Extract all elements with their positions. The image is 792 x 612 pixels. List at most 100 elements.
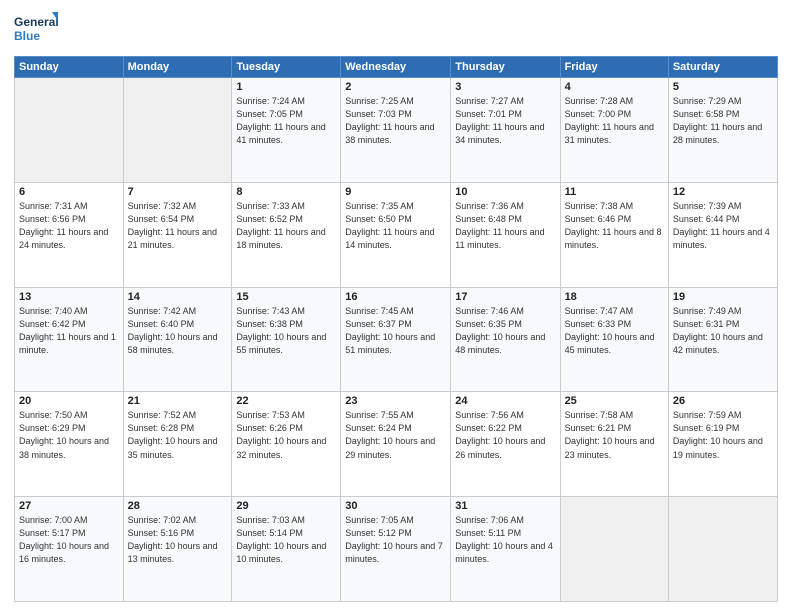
calendar-cell: 11 Sunrise: 7:38 AM Sunset: 6:46 PM Dayli… <box>560 182 668 287</box>
day-info: Sunrise: 7:06 AM Sunset: 5:11 PM Dayligh… <box>455 514 555 566</box>
day-info: Sunrise: 7:52 AM Sunset: 6:28 PM Dayligh… <box>128 409 228 461</box>
day-number: 2 <box>345 81 446 93</box>
day-info: Sunrise: 7:39 AM Sunset: 6:44 PM Dayligh… <box>673 200 773 252</box>
calendar-cell: 9Sunrise: 7:35 AM Sunset: 6:50 PM Daylig… <box>341 182 451 287</box>
day-info: Sunrise: 7:33 AM Sunset: 6:52 PM Dayligh… <box>236 200 336 252</box>
calendar-cell: 6Sunrise: 7:31 AM Sunset: 6:56 PM Daylig… <box>15 182 124 287</box>
day-number: 7 <box>128 186 228 198</box>
day-number: 20 <box>19 395 119 407</box>
day-info: Sunrise: 7:02 AM Sunset: 5:16 PM Dayligh… <box>128 514 228 566</box>
calendar-body: 1 Sunrise: 7:24 AM Sunset: 7:05 PM Daylig… <box>15 78 778 602</box>
calendar-cell: 12Sunrise: 7:39 AM Sunset: 6:44 PM Dayli… <box>668 182 777 287</box>
calendar-cell: 22 Sunrise: 7:53 AM Sunset: 6:26 PM Dayli… <box>232 392 341 497</box>
calendar-cell: 23 Sunrise: 7:55 AM Sunset: 6:24 PM Dayli… <box>341 392 451 497</box>
calendar-cell: 1 Sunrise: 7:24 AM Sunset: 7:05 PM Daylig… <box>232 78 341 183</box>
weekday-row: SundayMondayTuesdayWednesdayThursdayFrid… <box>15 57 778 78</box>
day-number: 3 <box>455 81 555 93</box>
day-number: 11 <box>565 186 664 198</box>
day-info: Sunrise: 7:59 AM Sunset: 6:19 PM Dayligh… <box>673 409 773 461</box>
day-number: 14 <box>128 291 228 303</box>
day-info: Sunrise: 7:38 AM Sunset: 6:46 PM Dayligh… <box>565 200 664 252</box>
calendar-cell: 2Sunrise: 7:25 AM Sunset: 7:03 PM Daylig… <box>341 78 451 183</box>
calendar-cell: 5 Sunrise: 7:29 AM Sunset: 6:58 PM Daylig… <box>668 78 777 183</box>
day-number: 18 <box>565 291 664 303</box>
day-number: 31 <box>455 500 555 512</box>
day-number: 9 <box>345 186 446 198</box>
day-number: 23 <box>345 395 446 407</box>
calendar-cell: 30Sunrise: 7:05 AM Sunset: 5:12 PM Dayli… <box>341 497 451 602</box>
day-number: 22 <box>236 395 336 407</box>
day-number: 10 <box>455 186 555 198</box>
day-number: 21 <box>128 395 228 407</box>
weekday-header-sunday: Sunday <box>15 57 124 78</box>
calendar-cell: 13Sunrise: 7:40 AM Sunset: 6:42 PM Dayli… <box>15 287 124 392</box>
day-info: Sunrise: 7:49 AM Sunset: 6:31 PM Dayligh… <box>673 305 773 357</box>
calendar-cell <box>15 78 124 183</box>
calendar-cell: 14 Sunrise: 7:42 AM Sunset: 6:40 PM Dayli… <box>123 287 232 392</box>
calendar-cell <box>123 78 232 183</box>
day-info: Sunrise: 7:55 AM Sunset: 6:24 PM Dayligh… <box>345 409 446 461</box>
calendar-week-2: 6Sunrise: 7:31 AM Sunset: 6:56 PM Daylig… <box>15 182 778 287</box>
day-number: 15 <box>236 291 336 303</box>
calendar-cell: 19 Sunrise: 7:49 AM Sunset: 6:31 PM Dayli… <box>668 287 777 392</box>
day-info: Sunrise: 7:46 AM Sunset: 6:35 PM Dayligh… <box>455 305 555 357</box>
calendar-cell: 18 Sunrise: 7:47 AM Sunset: 6:33 PM Dayli… <box>560 287 668 392</box>
calendar-cell: 4Sunrise: 7:28 AM Sunset: 7:00 PM Daylig… <box>560 78 668 183</box>
day-number: 5 <box>673 81 773 93</box>
calendar-cell: 10Sunrise: 7:36 AM Sunset: 6:48 PM Dayli… <box>451 182 560 287</box>
calendar-week-3: 13Sunrise: 7:40 AM Sunset: 6:42 PM Dayli… <box>15 287 778 392</box>
day-info: Sunrise: 7:29 AM Sunset: 6:58 PM Dayligh… <box>673 95 773 147</box>
calendar-cell: 15 Sunrise: 7:43 AM Sunset: 6:38 PM Dayli… <box>232 287 341 392</box>
svg-text:Blue: Blue <box>14 29 40 43</box>
day-number: 16 <box>345 291 446 303</box>
calendar-cell <box>668 497 777 602</box>
calendar-table: SundayMondayTuesdayWednesdayThursdayFrid… <box>14 56 778 602</box>
calendar-cell: 26 Sunrise: 7:59 AM Sunset: 6:19 PM Dayli… <box>668 392 777 497</box>
day-number: 4 <box>565 81 664 93</box>
weekday-header-thursday: Thursday <box>451 57 560 78</box>
day-number: 26 <box>673 395 773 407</box>
day-info: Sunrise: 7:24 AM Sunset: 7:05 PM Dayligh… <box>236 95 336 147</box>
day-info: Sunrise: 7:40 AM Sunset: 6:42 PM Dayligh… <box>19 305 119 357</box>
day-number: 19 <box>673 291 773 303</box>
calendar-week-4: 20 Sunrise: 7:50 AM Sunset: 6:29 PM Dayli… <box>15 392 778 497</box>
weekday-header-saturday: Saturday <box>668 57 777 78</box>
calendar-cell: 28Sunrise: 7:02 AM Sunset: 5:16 PM Dayli… <box>123 497 232 602</box>
day-info: Sunrise: 7:42 AM Sunset: 6:40 PM Dayligh… <box>128 305 228 357</box>
day-info: Sunrise: 7:50 AM Sunset: 6:29 PM Dayligh… <box>19 409 119 461</box>
day-number: 25 <box>565 395 664 407</box>
calendar-cell: 21 Sunrise: 7:52 AM Sunset: 6:28 PM Dayli… <box>123 392 232 497</box>
day-info: Sunrise: 7:47 AM Sunset: 6:33 PM Dayligh… <box>565 305 664 357</box>
header: General Blue <box>14 10 778 50</box>
day-number: 8 <box>236 186 336 198</box>
calendar-cell: 27Sunrise: 7:00 AM Sunset: 5:17 PM Dayli… <box>15 497 124 602</box>
calendar-week-5: 27Sunrise: 7:00 AM Sunset: 5:17 PM Dayli… <box>15 497 778 602</box>
calendar-cell: 20 Sunrise: 7:50 AM Sunset: 6:29 PM Dayli… <box>15 392 124 497</box>
calendar-cell: 25 Sunrise: 7:58 AM Sunset: 6:21 PM Dayli… <box>560 392 668 497</box>
page: General Blue SundayMondayTuesdayWednesda… <box>0 0 792 612</box>
day-info: Sunrise: 7:53 AM Sunset: 6:26 PM Dayligh… <box>236 409 336 461</box>
day-number: 24 <box>455 395 555 407</box>
day-info: Sunrise: 7:00 AM Sunset: 5:17 PM Dayligh… <box>19 514 119 566</box>
day-info: Sunrise: 7:27 AM Sunset: 7:01 PM Dayligh… <box>455 95 555 147</box>
calendar-cell: 29Sunrise: 7:03 AM Sunset: 5:14 PM Dayli… <box>232 497 341 602</box>
calendar-cell: 17 Sunrise: 7:46 AM Sunset: 6:35 PM Dayli… <box>451 287 560 392</box>
logo-svg: General Blue <box>14 10 58 50</box>
day-info: Sunrise: 7:32 AM Sunset: 6:54 PM Dayligh… <box>128 200 228 252</box>
day-number: 17 <box>455 291 555 303</box>
weekday-header-wednesday: Wednesday <box>341 57 451 78</box>
day-info: Sunrise: 7:43 AM Sunset: 6:38 PM Dayligh… <box>236 305 336 357</box>
logo: General Blue <box>14 10 58 50</box>
day-info: Sunrise: 7:03 AM Sunset: 5:14 PM Dayligh… <box>236 514 336 566</box>
day-info: Sunrise: 7:58 AM Sunset: 6:21 PM Dayligh… <box>565 409 664 461</box>
day-number: 1 <box>236 81 336 93</box>
calendar-cell: 24 Sunrise: 7:56 AM Sunset: 6:22 PM Dayli… <box>451 392 560 497</box>
calendar-week-1: 1 Sunrise: 7:24 AM Sunset: 7:05 PM Daylig… <box>15 78 778 183</box>
calendar-cell: 8 Sunrise: 7:33 AM Sunset: 6:52 PM Daylig… <box>232 182 341 287</box>
calendar-cell: 7 Sunrise: 7:32 AM Sunset: 6:54 PM Daylig… <box>123 182 232 287</box>
day-info: Sunrise: 7:31 AM Sunset: 6:56 PM Dayligh… <box>19 200 119 252</box>
svg-text:General: General <box>14 15 58 29</box>
weekday-header-tuesday: Tuesday <box>232 57 341 78</box>
day-info: Sunrise: 7:45 AM Sunset: 6:37 PM Dayligh… <box>345 305 446 357</box>
day-info: Sunrise: 7:56 AM Sunset: 6:22 PM Dayligh… <box>455 409 555 461</box>
